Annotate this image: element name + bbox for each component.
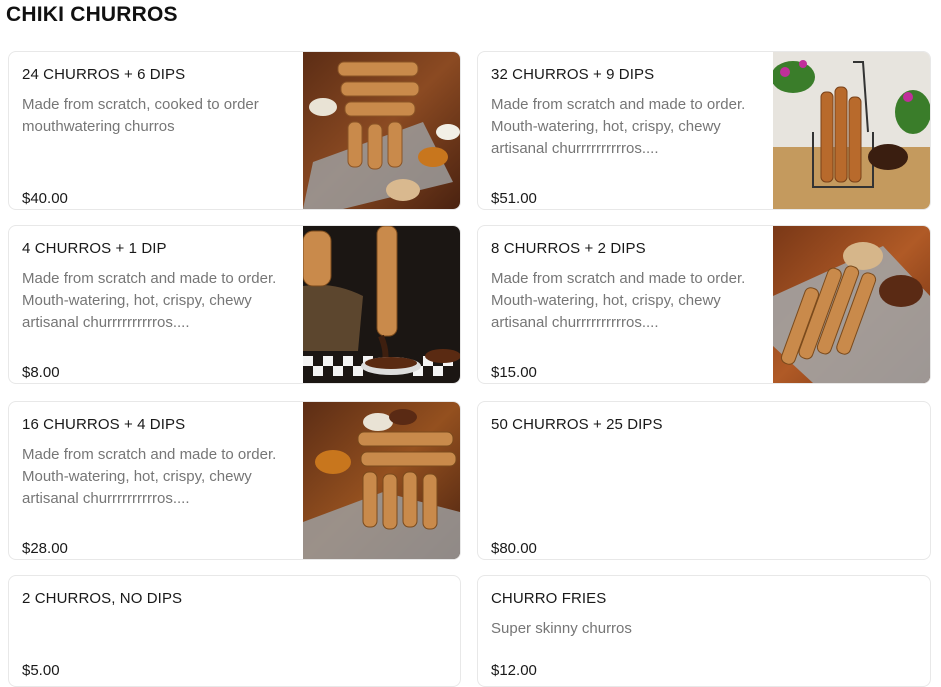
section-title: CHIKI CHURROS — [6, 3, 178, 26]
item-price: $80.00 — [491, 540, 537, 557]
churro-dip-photo — [303, 226, 460, 383]
item-price: $28.00 — [22, 540, 68, 557]
item-description: Made from scratch and made to order. Mou… — [22, 270, 277, 331]
item-name: 2 CHURROS, NO DIPS — [22, 590, 183, 607]
menu-item-card[interactable]: 16 CHURROS + 4 DIPS Made from scratch an… — [8, 401, 461, 560]
item-description: Made from scratch and made to order. Mou… — [22, 446, 277, 507]
item-description: Made from scratch, cooked to order mouth… — [22, 96, 259, 135]
item-price: $40.00 — [22, 190, 68, 207]
churro-basket-photo — [773, 52, 930, 209]
item-name: 16 CHURROS + 4 DIPS — [22, 416, 186, 433]
churro-tray-photo — [773, 226, 930, 383]
item-name: 24 CHURROS + 6 DIPS — [22, 66, 186, 83]
menu-item-card[interactable]: CHURRO FRIES Super skinny churros $12.00 — [477, 575, 931, 687]
item-price: $12.00 — [491, 662, 537, 679]
item-price: $51.00 — [491, 190, 537, 207]
menu-item-card[interactable]: 50 CHURROS + 25 DIPS $80.00 — [477, 401, 931, 560]
item-price: $5.00 — [22, 662, 60, 679]
churro-stack-photo — [303, 52, 460, 209]
item-price: $15.00 — [491, 364, 537, 381]
item-name: 4 CHURROS + 1 DIP — [22, 240, 167, 257]
item-description: Made from scratch and made to order. Mou… — [491, 270, 746, 331]
menu-item-card[interactable]: 24 CHURROS + 6 DIPS Made from scratch, c… — [8, 51, 461, 210]
menu-item-card[interactable]: 8 CHURROS + 2 DIPS Made from scratch and… — [477, 225, 931, 384]
menu-item-card[interactable]: 2 CHURROS, NO DIPS $5.00 — [8, 575, 461, 687]
menu-item-card[interactable]: 4 CHURROS + 1 DIP Made from scratch and … — [8, 225, 461, 384]
item-description: Made from scratch and made to order. Mou… — [491, 96, 746, 157]
item-price: $8.00 — [22, 364, 60, 381]
item-name: CHURRO FRIES — [491, 590, 607, 607]
menu-item-card[interactable]: 32 CHURROS + 9 DIPS Made from scratch an… — [477, 51, 931, 210]
item-name: 8 CHURROS + 2 DIPS — [491, 240, 646, 257]
item-name: 32 CHURROS + 9 DIPS — [491, 66, 655, 83]
churro-stack-photo — [303, 402, 460, 559]
item-name: 50 CHURROS + 25 DIPS — [491, 416, 663, 433]
item-description: Super skinny churros — [491, 620, 632, 637]
